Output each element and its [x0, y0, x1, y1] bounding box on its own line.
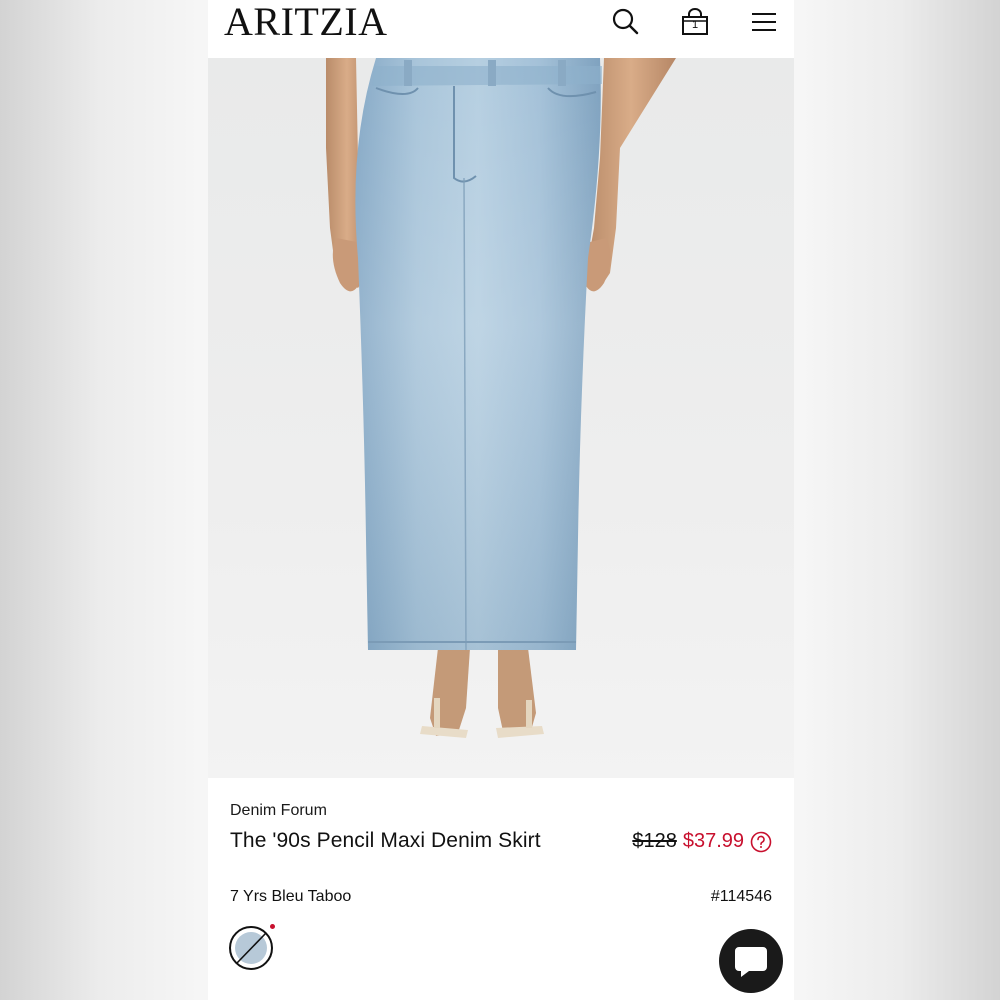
product-info: Denim Forum The '90s Pencil Maxi Denim S… — [208, 778, 794, 1000]
bag-count-badge: 1 — [691, 19, 699, 31]
swatch-indicator-dot — [270, 924, 275, 929]
out-of-stock-slash-icon — [236, 932, 267, 964]
search-icon[interactable] — [610, 6, 642, 38]
hamburger-menu-icon[interactable] — [748, 6, 780, 38]
selected-color-name: 7 Yrs Bleu Taboo — [230, 888, 352, 905]
product-photo-illustration — [326, 58, 676, 738]
product-page: ARITZIA 1 Denim Forum The '90s Pencil Ma… — [208, 0, 794, 1000]
sale-price: $37.99 — [682, 830, 744, 852]
price-row: $128 $37.99 — [632, 830, 772, 853]
product-image[interactable] — [208, 58, 794, 778]
brand-logo[interactable]: ARITZIA — [224, 0, 387, 44]
color-swatch[interactable] — [229, 926, 273, 970]
question-circle-icon[interactable] — [750, 831, 772, 853]
chat-bubble-icon[interactable] — [719, 929, 783, 993]
shopping-bag-icon[interactable]: 1 — [679, 6, 711, 38]
product-sku: #114546 — [710, 888, 772, 905]
product-brand[interactable]: Denim Forum — [230, 802, 327, 820]
product-title: The '90s Pencil Maxi Denim Skirt — [230, 829, 541, 852]
site-header: ARITZIA 1 — [208, 0, 794, 58]
original-price: $128 — [632, 830, 677, 852]
